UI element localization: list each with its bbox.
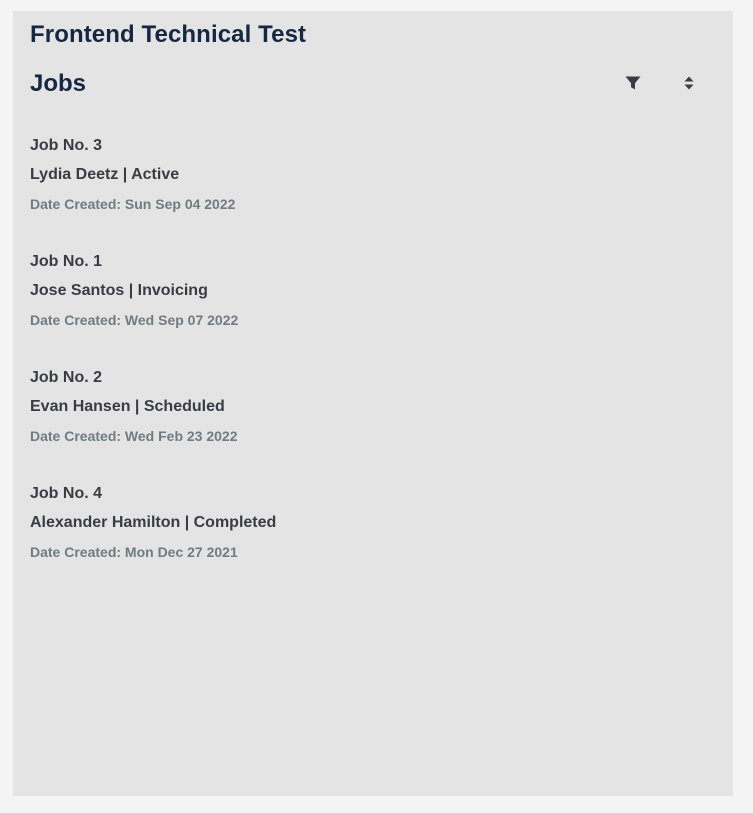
job-list-item[interactable]: Job No. 4 Alexander Hamilton | Completed… bbox=[30, 485, 710, 601]
job-list-item[interactable]: Job No. 2 Evan Hansen | Scheduled Date C… bbox=[30, 369, 710, 485]
job-number: Job No. 1 bbox=[30, 253, 103, 270]
job-list-item[interactable]: Job No. 1 Jose Santos | Invoicing Date C… bbox=[30, 253, 710, 369]
job-number: Job No. 4 bbox=[30, 485, 103, 502]
job-date-created: Date Created: Wed Feb 23 2022 bbox=[30, 428, 238, 444]
app-title: Frontend Technical Test bbox=[30, 21, 307, 48]
job-list: Job No. 3 Lydia Deetz | Active Date Crea… bbox=[30, 137, 710, 601]
job-customer-status: Alexander Hamilton | Completed bbox=[30, 514, 277, 531]
job-date-created: Date Created: Mon Dec 27 2021 bbox=[30, 544, 238, 560]
main-panel: Frontend Technical Test Jobs Job No. 3 L… bbox=[13, 11, 733, 796]
sort-button[interactable] bbox=[681, 73, 697, 93]
job-customer-status: Evan Hansen | Scheduled bbox=[30, 398, 225, 415]
job-date-created: Date Created: Wed Sep 07 2022 bbox=[30, 312, 239, 328]
job-customer-status: Jose Santos | Invoicing bbox=[30, 282, 208, 299]
filter-button[interactable] bbox=[623, 73, 643, 93]
job-date-created: Date Created: Sun Sep 04 2022 bbox=[30, 196, 236, 212]
job-list-item[interactable]: Job No. 3 Lydia Deetz | Active Date Crea… bbox=[30, 137, 710, 253]
job-number: Job No. 2 bbox=[30, 369, 103, 386]
page-title: Jobs bbox=[30, 70, 87, 97]
job-number: Job No. 3 bbox=[30, 137, 103, 154]
sort-icon bbox=[684, 76, 694, 90]
filter-icon bbox=[625, 76, 641, 90]
job-customer-status: Lydia Deetz | Active bbox=[30, 166, 180, 183]
